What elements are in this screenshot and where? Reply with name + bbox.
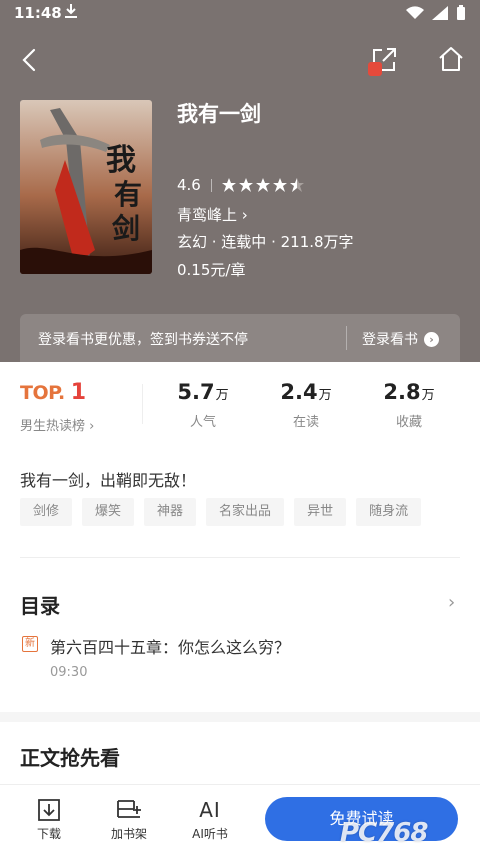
tag-list: 剑修 爆笑 神器 名家出品 异世 随身流 xyxy=(20,498,422,526)
signal-icon xyxy=(432,6,448,20)
chevron-right-icon[interactable]: › xyxy=(448,592,455,613)
author-name: 青鸾峰上 xyxy=(177,206,238,224)
status-time: 11:48 xyxy=(14,4,62,22)
section-divider xyxy=(20,557,460,558)
tag-item[interactable]: 神器 xyxy=(144,498,197,526)
stat-label: 人气 xyxy=(189,415,216,430)
star-icon xyxy=(272,178,287,192)
share-reward-badge xyxy=(368,62,382,76)
star-icon xyxy=(255,178,270,192)
half-star-icon xyxy=(289,178,304,192)
tag-item[interactable]: 爆笑 xyxy=(82,498,135,526)
book-tagline: 我有一剑，出鞘即无敌！ xyxy=(20,471,197,490)
home-icon[interactable] xyxy=(436,44,466,74)
book-title: 我有一剑 xyxy=(177,102,261,126)
download-icon xyxy=(38,799,60,821)
add-shelf-icon xyxy=(117,800,141,818)
new-chapter-badge: 新 xyxy=(22,636,38,652)
book-meta: 玄幻 · 连载中 · 211.8万字 xyxy=(177,233,354,251)
promo-divider xyxy=(346,326,347,350)
stat-label: 收藏 xyxy=(395,415,422,430)
rating-row: 4.6 xyxy=(177,176,304,194)
preview-section-title: 正文抢先看 xyxy=(20,746,120,770)
rank-number: 1 xyxy=(70,380,86,405)
svg-text:有: 有 xyxy=(114,178,142,211)
login-read-label: 登录看书 xyxy=(362,332,418,348)
stat-unit: 万 xyxy=(215,388,229,403)
back-icon[interactable] xyxy=(16,44,44,76)
ai-listen-label: AI听书 xyxy=(192,827,228,841)
rating-score: 4.6 xyxy=(177,176,201,194)
star-icon xyxy=(238,178,253,192)
ai-listen-icon: AI xyxy=(199,798,221,822)
stat-favorites: 2.8万 收藏 xyxy=(364,380,454,430)
wifi-icon xyxy=(406,6,424,20)
rank-list-link[interactable]: 男生热读榜 › xyxy=(20,415,94,434)
stat-unit: 万 xyxy=(421,388,435,403)
stat-label: 在读 xyxy=(292,415,319,430)
download-label: 下载 xyxy=(36,827,61,841)
star-icon xyxy=(221,178,236,192)
book-stats: TOP. 1 男生热读榜 › 5.7万 人气 2.4万 在读 2.8万 收藏 xyxy=(0,362,480,442)
latest-chapter-link[interactable]: 第六百四十五章：你怎么这么穷？ xyxy=(50,634,290,658)
stat-popularity: 5.7万 人气 xyxy=(158,380,248,430)
book-price: 0.15元/章 xyxy=(177,261,246,279)
chevron-right-icon: › xyxy=(89,419,95,434)
download-status-icon xyxy=(64,3,78,23)
rating-divider xyxy=(210,178,212,192)
stat-value: 2.8 xyxy=(383,380,421,404)
status-bar: 11:48 xyxy=(0,0,480,28)
tag-item[interactable]: 随身流 xyxy=(356,498,422,526)
author-link[interactable]: 青鸾峰上 › xyxy=(177,204,248,225)
stat-value: 2.4 xyxy=(280,380,318,404)
add-shelf-label: 加书架 xyxy=(110,827,147,841)
cover-title-text: 我 xyxy=(106,143,136,178)
svg-text:剑: 剑 xyxy=(112,212,140,245)
chapter-update-time: 09:30 xyxy=(50,665,88,680)
rating-stars xyxy=(221,178,304,192)
login-promo-banner: 登录看书更优惠，签到书券送不停 登录看书 › xyxy=(20,314,460,362)
arrow-right-circle-icon: › xyxy=(424,331,439,347)
add-shelf-button[interactable]: 加书架 xyxy=(99,797,159,842)
rank-badge[interactable]: TOP. 1 xyxy=(20,380,86,405)
tag-item[interactable]: 名家出品 xyxy=(206,498,285,526)
rank-list-name: 男生热读榜 xyxy=(20,419,86,434)
book-cover[interactable]: 我 有 剑 xyxy=(20,100,152,274)
stat-unit: 万 xyxy=(318,388,332,403)
watermark-logo: PC768 xyxy=(340,818,428,848)
book-header: 11:48 我 有 剑 我有一剑 4.6 青鸾峰上 › 玄幻 · 连载中 · 2… xyxy=(0,0,480,362)
chevron-right-icon: › xyxy=(241,206,248,224)
tag-item[interactable]: 剑修 xyxy=(20,498,73,526)
stats-divider xyxy=(142,384,143,424)
stat-reading: 2.4万 在读 xyxy=(261,380,351,430)
download-button[interactable]: 下载 xyxy=(19,797,79,842)
battery-icon xyxy=(457,5,465,20)
tag-item[interactable]: 异世 xyxy=(294,498,347,526)
rank-top-label: TOP. xyxy=(20,382,65,404)
login-read-button[interactable]: 登录看书 › xyxy=(362,329,439,349)
toc-title[interactable]: 目录 xyxy=(20,590,60,619)
promo-text: 登录看书更优惠，签到书券送不停 xyxy=(38,332,248,348)
stat-value: 5.7 xyxy=(177,380,215,404)
section-separator xyxy=(0,712,480,722)
ai-listen-button[interactable]: AI AI听书 xyxy=(180,797,240,842)
status-icons xyxy=(406,5,466,21)
